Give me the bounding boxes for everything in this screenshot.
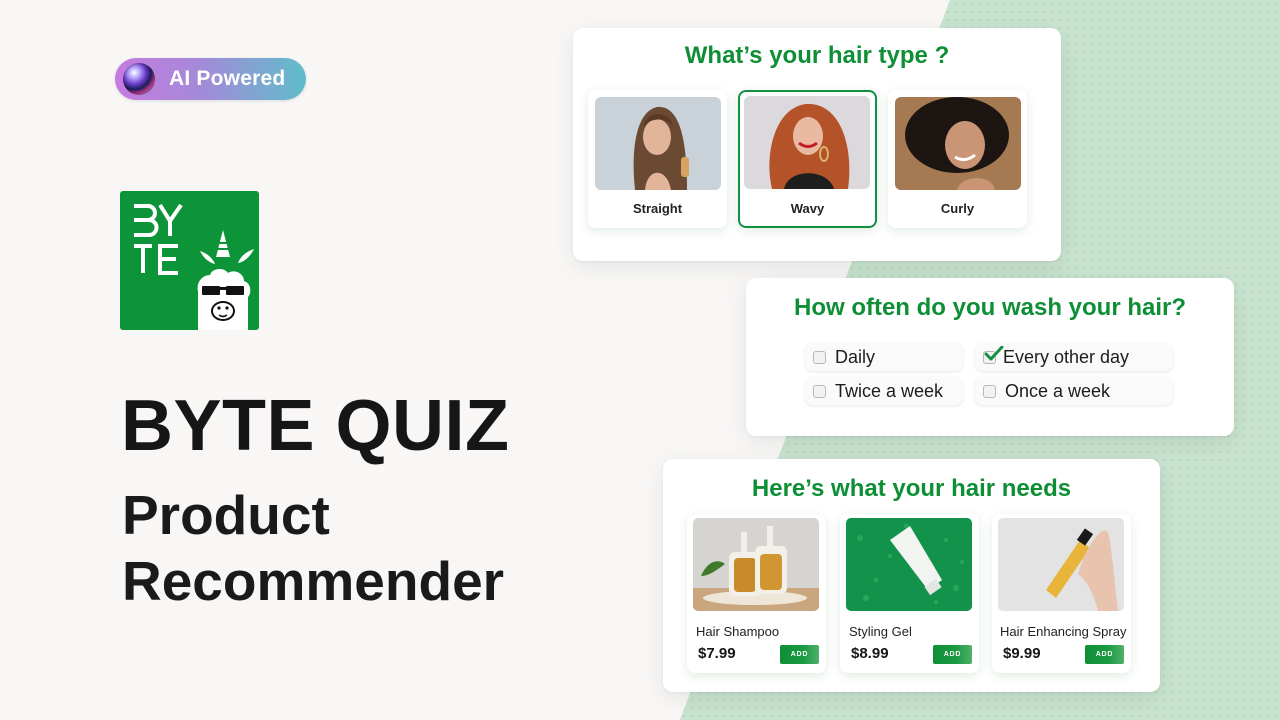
add-to-cart-button[interactable]: ADD: [933, 645, 972, 664]
product-name: Hair Shampoo: [696, 624, 780, 639]
hair-option-straight[interactable]: Straight: [588, 90, 727, 228]
subtitle-line-1: Product: [122, 484, 330, 546]
product-name: Styling Gel: [849, 624, 912, 639]
checkmark-icon: [984, 345, 1004, 360]
hair-option-curly[interactable]: Curly: [888, 90, 1027, 228]
checkbox-unchecked-icon[interactable]: [983, 384, 996, 398]
headline-subtitle: Product Recommender: [122, 482, 504, 614]
shampoo-photo: [693, 518, 819, 611]
checkbox-unchecked-icon[interactable]: [813, 384, 826, 398]
wash-option-label: Once a week: [1005, 380, 1111, 401]
product-card-styling-gel: Styling Gel $8.99 ADD: [840, 514, 979, 673]
product-price: $9.99: [1003, 645, 1041, 662]
wash-option-twice-a-week[interactable]: Twice a week: [805, 377, 963, 405]
ai-powered-badge: AI Powered: [115, 58, 306, 100]
wash-option-every-other-day[interactable]: Every other day: [975, 343, 1173, 371]
add-to-cart-button[interactable]: ADD: [780, 645, 819, 664]
ai-powered-label: AI Powered: [169, 67, 286, 90]
product-price: $8.99: [851, 645, 889, 662]
checkbox-checked-icon[interactable]: [983, 345, 1004, 364]
product-card-shampoo: Hair Shampoo $7.99 ADD: [687, 514, 826, 673]
gradient-orb-icon: [123, 63, 155, 95]
hair-option-label: Wavy: [790, 201, 825, 216]
hair-option-label: Straight: [632, 201, 683, 216]
wash-option-label: Every other day: [1003, 346, 1130, 367]
checkbox-unchecked-icon[interactable]: [813, 350, 826, 364]
wash-option-label: Daily: [835, 346, 876, 367]
headline-title: BYTE QUIZ: [121, 386, 510, 466]
hair-type-card: What’s your hair type ? Straight Wavy Cu…: [573, 28, 1061, 261]
wash-frequency-question: How often do you wash your hair?: [793, 294, 1186, 321]
wash-option-label: Twice a week: [835, 380, 944, 401]
curly-hair-photo: [895, 97, 1021, 190]
recommended-products-card: Here’s what your hair needs Hair Shampoo…: [663, 459, 1160, 692]
straight-hair-photo: [595, 97, 721, 190]
add-to-cart-button[interactable]: ADD: [1085, 645, 1124, 664]
byte-logo-icon: [134, 203, 254, 330]
hair-type-question: What’s your hair type ?: [684, 42, 950, 69]
product-name: Hair Enhancing Spray: [1000, 624, 1127, 639]
wash-option-daily[interactable]: Daily: [805, 343, 963, 371]
hair-option-label: Curly: [940, 201, 975, 216]
byte-logo: [120, 191, 259, 330]
subtitle-line-2: Recommender: [122, 550, 505, 612]
hair-option-wavy[interactable]: Wavy: [738, 90, 877, 228]
wash-option-once-a-week[interactable]: Once a week: [975, 377, 1173, 405]
wavy-hair-photo: [744, 96, 870, 189]
product-card-hair-spray: Hair Enhancing Spray $9.99 ADD: [992, 514, 1131, 673]
styling-gel-photo: [846, 518, 972, 611]
hair-spray-photo: [998, 518, 1124, 611]
products-title: Here’s what your hair needs: [751, 475, 1072, 502]
wash-frequency-card: How often do you wash your hair? Daily E…: [746, 278, 1234, 436]
product-price: $7.99: [698, 645, 736, 662]
